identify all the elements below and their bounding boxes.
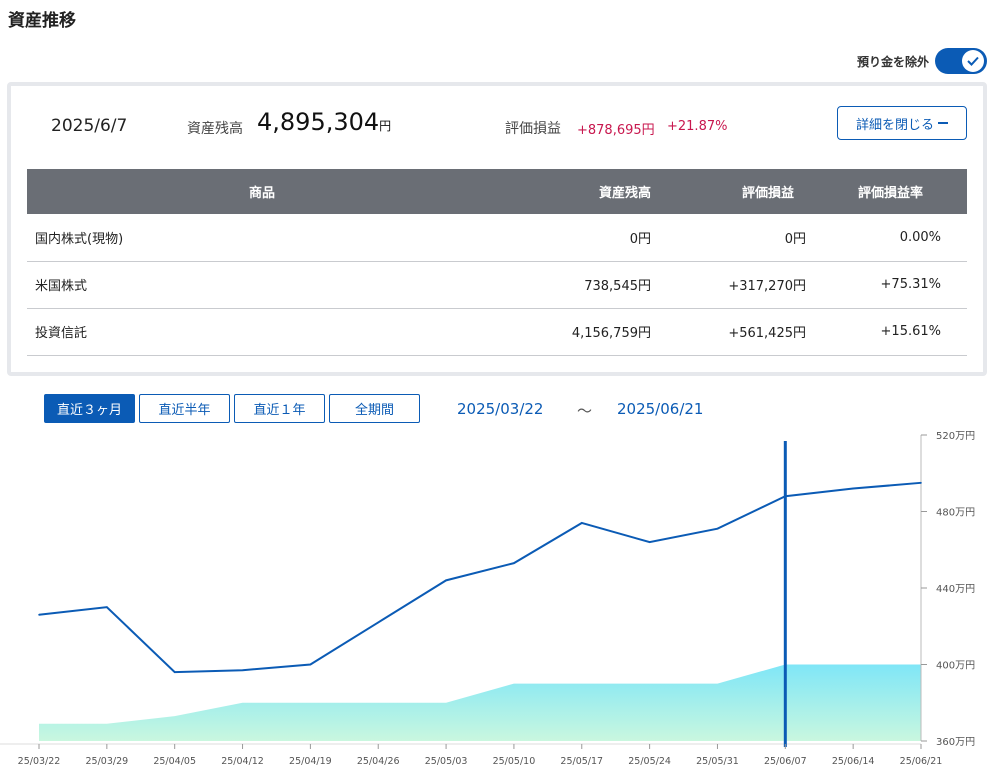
minus-icon [938,122,948,124]
range-button-6months[interactable]: 直近半年 [139,394,230,423]
asset-value-point [648,541,651,543]
close-details-label: 詳細を閉じる [855,117,934,133]
asset-value-line [38,481,922,674]
asset-value-point [513,562,515,564]
x-tick-label: 25/04/19 [289,756,332,767]
pl-percent: +21.87% [667,119,728,134]
x-tick-label: 25/06/07 [764,756,807,767]
balance-label: 資産残高 [187,121,243,137]
x-tick-label: 25/04/26 [357,756,400,767]
x-tick-label: 25/05/24 [628,756,671,767]
close-details-button[interactable]: 詳細を閉じる [837,106,967,140]
asset-value-point [173,671,176,673]
principal-area [39,664,921,741]
check-icon [967,56,979,66]
toggle-knob [962,50,984,72]
x-tick-label: 25/05/17 [560,756,603,767]
asset-value-point [106,606,108,608]
x-tick-label: 25/06/21 [900,756,943,767]
col-header-balance: 資産残高 [497,169,677,214]
asset-value-point [445,579,447,582]
pl-value: +878,695円 [577,123,655,138]
col-header-product: 商品 [27,169,497,214]
balance-unit: 円 [379,119,392,133]
y-tick-label: 520万円 [936,431,975,442]
pl-label: 評価損益 [505,121,561,137]
asset-value-point [920,482,922,484]
product-name: 米国株式 [27,261,497,309]
asset-value-point [241,669,244,672]
asset-value-point [38,613,40,616]
range-button-3months[interactable]: 直近３ヶ月 [44,394,135,423]
holdings-header-row: 商品 資産残高 評価損益 評価損益率 [27,169,967,214]
table-row: 国内株式(現物) 0円 0円 0.00% [27,214,967,262]
summary-date: 2025/6/7 [51,116,128,136]
asset-value-point [580,522,583,524]
asset-value-point [716,527,719,530]
product-pl: +561,425円 [677,308,832,356]
col-header-pl: 評価損益 [677,169,832,214]
range-button-1year[interactable]: 直近１年 [234,394,325,423]
x-tick-label: 25/03/29 [86,756,129,767]
exclude-deposit-toggle-group: 預り金を除外 [857,48,987,74]
product-pl-rate: +15.61% [832,308,967,356]
x-tick-label: 25/04/12 [221,756,264,767]
range-start-date: 2025/03/22 [457,400,544,418]
product-balance: 4,156,759円 [497,308,677,356]
y-tick-label: 480万円 [936,508,975,519]
x-tick-label: 25/05/03 [425,756,468,767]
asset-value-point [377,621,380,624]
balance-value: 4,895,304円 [257,108,391,136]
product-name: 投資信託 [27,308,497,356]
asset-history-chart[interactable]: 520万円 480万円 440万円 400万円 360万円 25/03/22 25/03/2… [0,430,992,782]
col-header-pl-rate: 評価損益率 [832,169,967,214]
x-tick-label: 25/05/31 [696,756,739,767]
y-tick-label: 440万円 [936,584,975,595]
table-row: 投資信託 4,156,759円 +561,425円 +15.61% [27,308,967,356]
exclude-deposit-label: 預り金を除外 [856,54,929,69]
x-tick-label: 25/05/10 [493,756,536,767]
y-tick-label: 400万円 [936,661,975,672]
product-pl-rate: 0.00% [832,214,967,262]
table-row: 米国株式 738,545円 +317,270円 +75.31% [27,261,967,309]
balance-number: 4,895,304 [257,108,380,136]
range-separator: ～ [577,402,593,420]
asset-value-point [309,663,312,666]
x-tick-label: 25/06/14 [832,756,875,767]
asset-value-point [852,487,854,490]
product-pl-rate: +75.31% [832,261,967,309]
product-balance: 0円 [497,214,677,262]
y-tick-label: 360万円 [936,737,975,748]
x-tick-label: 25/03/22 [18,756,61,767]
exclude-deposit-toggle[interactable] [935,48,987,74]
page-title: 資産推移 [8,11,76,31]
product-pl: +317,270円 [677,261,832,309]
product-name: 国内株式(現物) [27,214,497,262]
x-tick-label: 25/04/05 [153,756,196,767]
range-button-all[interactable]: 全期間 [329,394,420,423]
range-end-date: 2025/06/21 [617,400,704,418]
asset-summary-panel: 2025/6/7 資産残高 4,895,304円 評価損益 +878,695円 … [7,82,987,376]
product-balance: 738,545円 [497,261,677,309]
product-pl: 0円 [677,214,832,262]
holdings-table: 商品 資産残高 評価損益 評価損益率 国内株式(現物) 0円 0円 0.00% … [27,169,967,356]
